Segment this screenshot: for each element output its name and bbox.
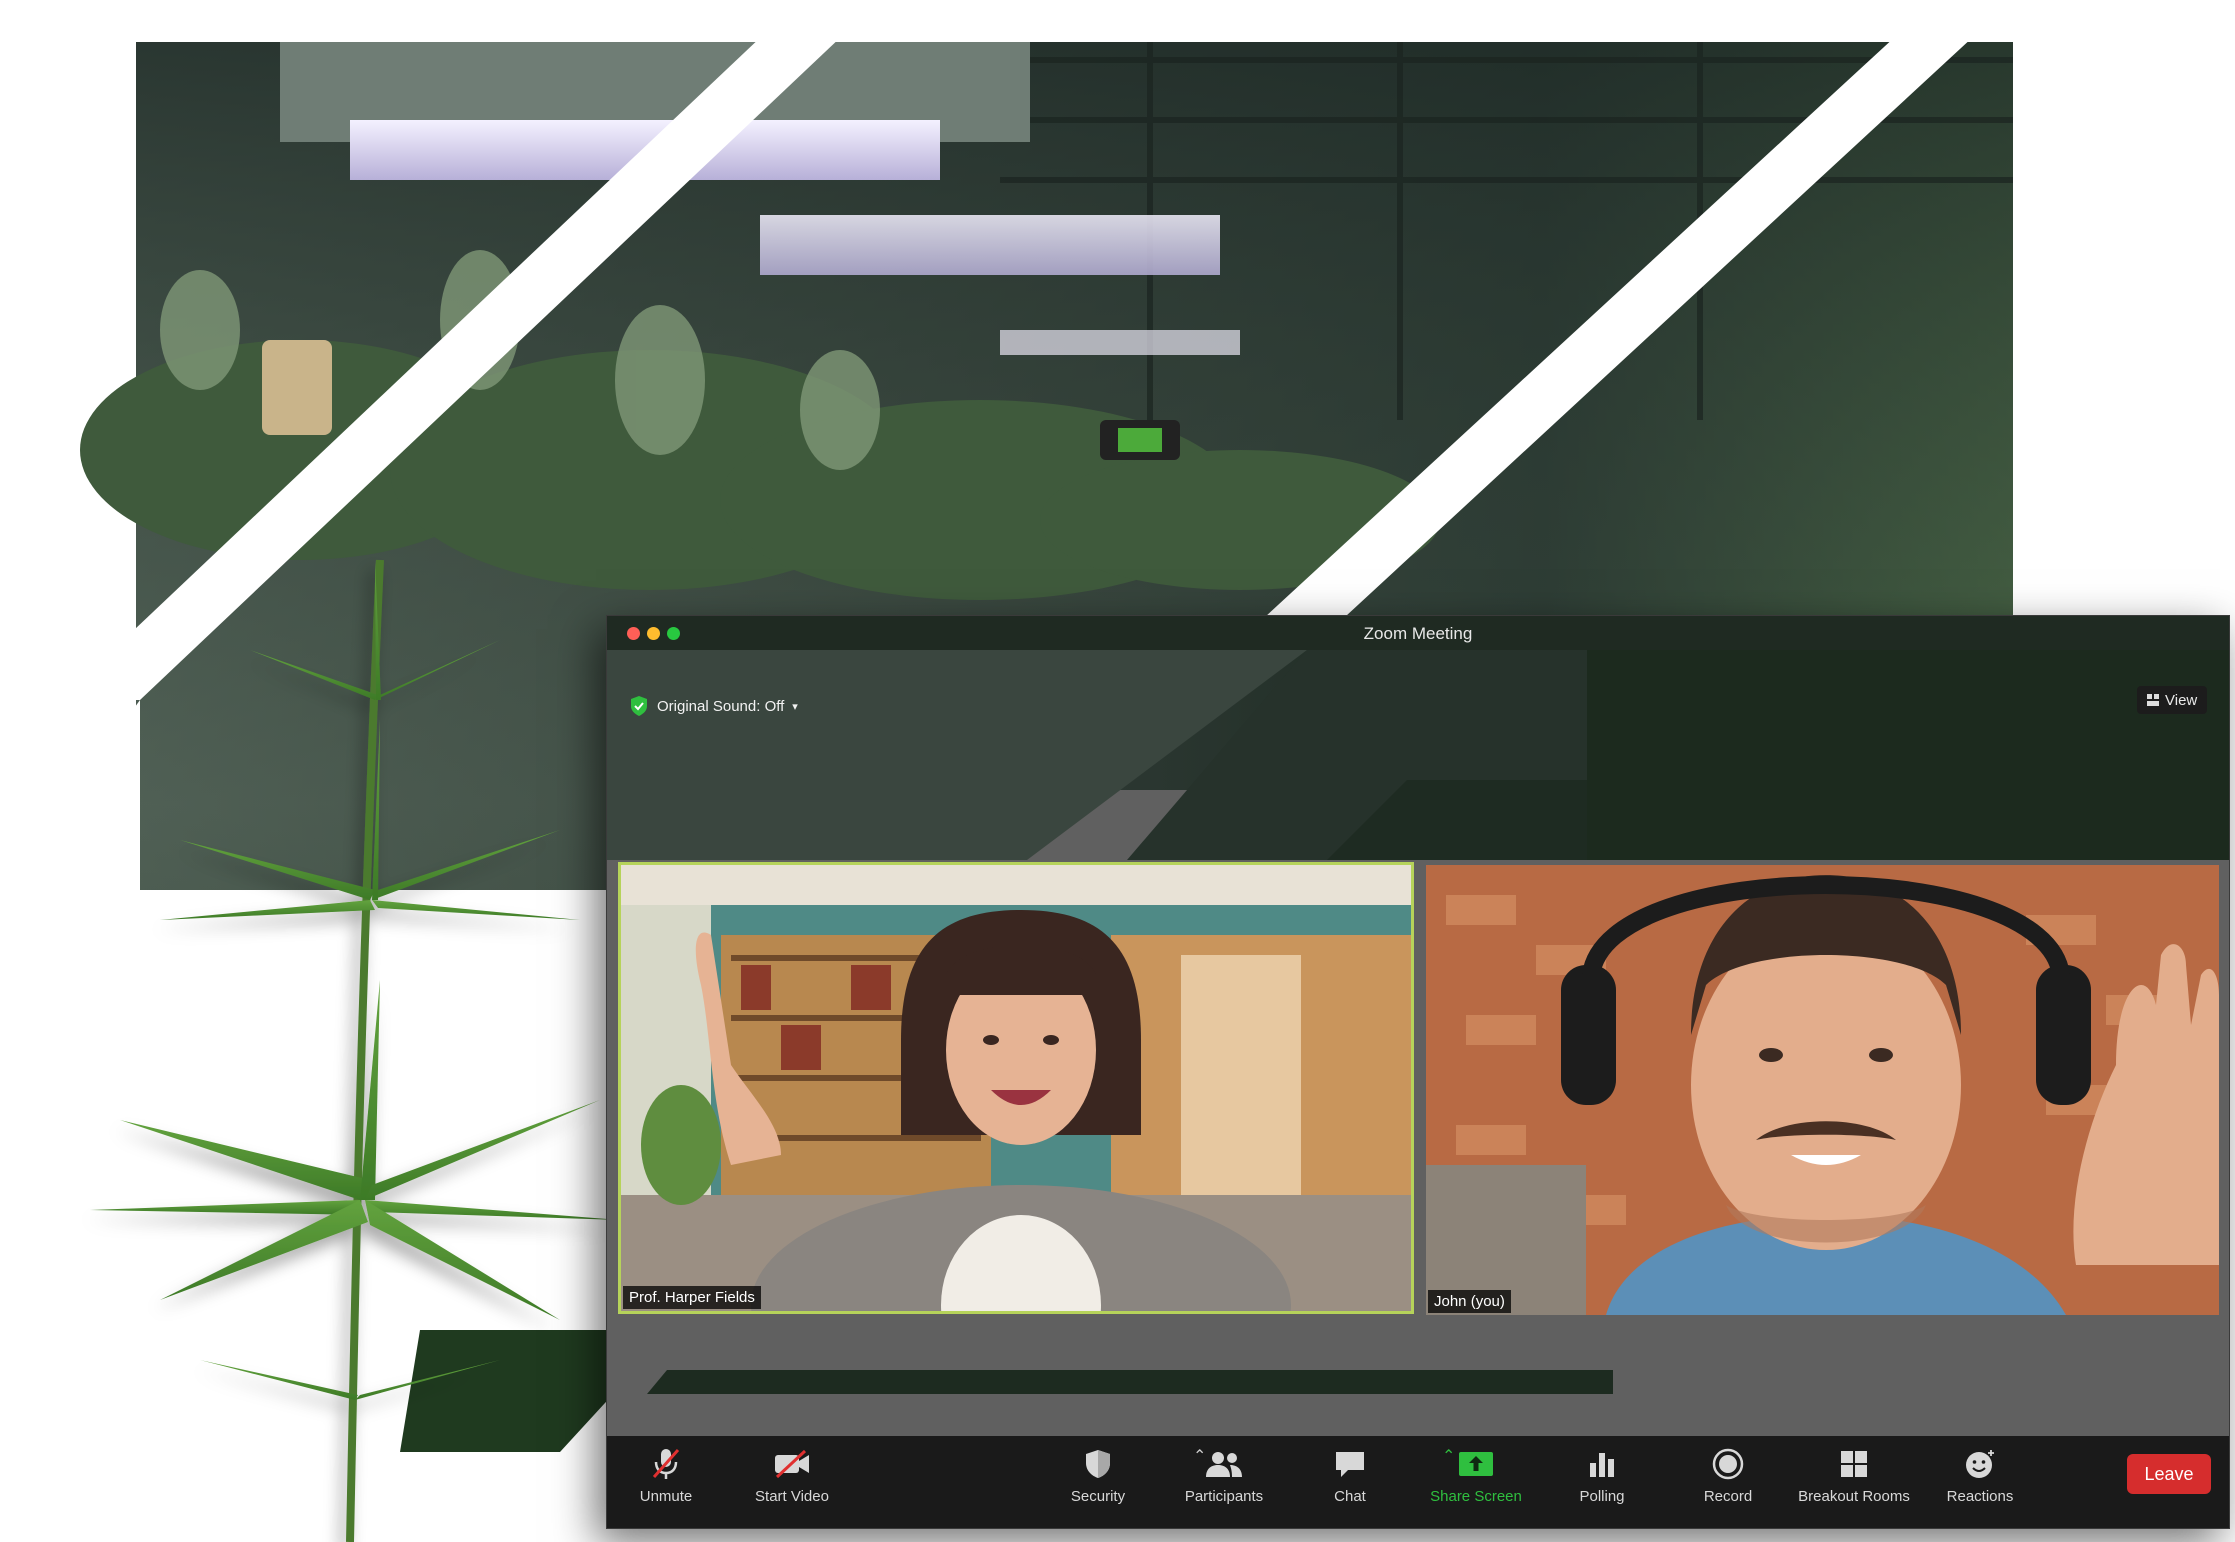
- people-icon: [1202, 1444, 1246, 1484]
- shield-check-icon: [631, 696, 647, 716]
- security-label: Security: [1070, 1488, 1126, 1505]
- view-label: View: [2165, 691, 2198, 709]
- window-title: Zoom Meeting: [1363, 624, 1473, 643]
- reactions-label: Reactions: [1946, 1488, 2014, 1505]
- participant-name-tag: John (you): [1428, 1290, 1511, 1313]
- record-button[interactable]: Record: [1673, 1444, 1783, 1520]
- meeting-toolbar: Unmute Start Video Security Participants…: [607, 1436, 2229, 1528]
- harper-video-feed: [621, 865, 1411, 1311]
- participants-button[interactable]: Participants: [1169, 1444, 1279, 1520]
- participants-options-chevron-up-icon[interactable]: ⌃: [1193, 1446, 1206, 1466]
- grid-view-icon: [2147, 694, 2159, 706]
- video-tile-harper[interactable]: Prof. Harper Fields: [618, 862, 1414, 1314]
- share-screen-options-chevron-up-icon[interactable]: ⌃: [1442, 1446, 1455, 1466]
- title-bar: Zoom Meeting: [607, 616, 2229, 650]
- smiley-icon: [1958, 1444, 2002, 1484]
- chevron-down-icon: ▾: [792, 700, 798, 713]
- participants-label: Participants: [1184, 1488, 1264, 1505]
- view-button[interactable]: View: [2137, 686, 2208, 714]
- chat-label: Chat: [1334, 1488, 1366, 1505]
- unmute-label: Unmute: [639, 1488, 693, 1505]
- unmute-button[interactable]: Unmute: [611, 1444, 721, 1520]
- start-video-button[interactable]: Start Video: [737, 1444, 847, 1520]
- shield-icon: [1076, 1444, 1120, 1484]
- breakout-rooms-button[interactable]: Breakout Rooms: [1798, 1444, 1910, 1520]
- breakout-rooms-label: Breakout Rooms: [1798, 1488, 1910, 1505]
- reactions-button[interactable]: Reactions: [1925, 1444, 2035, 1520]
- leave-button[interactable]: Leave: [2127, 1454, 2211, 1494]
- microphone-muted-icon: [644, 1444, 688, 1484]
- original-sound-toggle[interactable]: Original Sound: Off ▾: [629, 692, 798, 720]
- chat-bubble-icon: [1328, 1444, 1372, 1484]
- zoom-window: Zoom Meeting Original Sound: Off ▾ View …: [606, 615, 2230, 1529]
- grid-icon: [1832, 1444, 1876, 1484]
- participant-name-tag: Prof. Harper Fields: [623, 1286, 761, 1309]
- bar-chart-icon: [1580, 1444, 1624, 1484]
- original-sound-label: Original Sound: Off: [657, 697, 785, 715]
- video-camera-off-icon: [770, 1444, 814, 1484]
- chat-button[interactable]: Chat: [1295, 1444, 1405, 1520]
- share-screen-label: Share Screen: [1430, 1488, 1522, 1505]
- security-button[interactable]: Security: [1043, 1444, 1153, 1520]
- record-icon: [1706, 1444, 1750, 1484]
- share-screen-icon: [1454, 1444, 1498, 1484]
- record-label: Record: [1703, 1488, 1753, 1505]
- video-tile-john[interactable]: John (you): [1426, 865, 2219, 1315]
- polling-button[interactable]: Polling: [1547, 1444, 1657, 1520]
- polling-label: Polling: [1579, 1488, 1625, 1505]
- john-video-feed: [1426, 865, 2219, 1315]
- share-screen-button[interactable]: Share Screen: [1421, 1444, 1531, 1520]
- start-video-label: Start Video: [755, 1488, 829, 1505]
- meeting-area: Original Sound: Off ▾ View Prof. Harper …: [607, 650, 2229, 1436]
